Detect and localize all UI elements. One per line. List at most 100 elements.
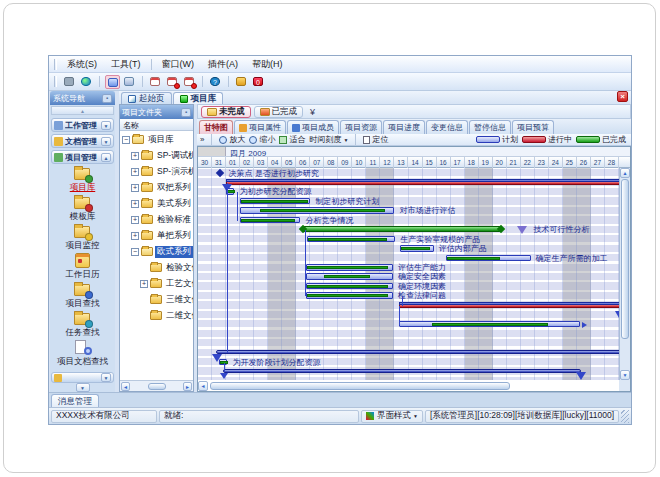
folder-open-icon[interactable]	[105, 75, 120, 89]
sidebar-item-doc-search[interactable]: 项目文档查找	[50, 339, 115, 368]
timescale-button[interactable]: 时间刻度▼	[309, 134, 348, 145]
tree-hscrollbar[interactable]: ◄ ►	[120, 380, 193, 391]
nav-group-2[interactable]: 项目管理▲	[51, 150, 114, 164]
scroll-left-icon[interactable]: ◄	[198, 381, 208, 391]
sidebar-item-folder-monitor[interactable]: 项目监控	[50, 223, 115, 252]
pin-icon[interactable]: ▪	[102, 94, 112, 103]
tab-budget[interactable]: 项目预算	[512, 120, 554, 134]
expand-icon[interactable]: +	[131, 216, 139, 224]
expand-icon[interactable]: +	[131, 232, 139, 240]
sidebar-item-folder-template[interactable]: 模板库	[50, 194, 115, 223]
filter-tab-finished[interactable]: 已完成	[254, 106, 304, 118]
tree-item[interactable]: +检验标准	[131, 212, 193, 227]
tree-item[interactable]: +双把系列	[131, 180, 193, 195]
tab-start-page[interactable]: 起始页	[121, 92, 172, 104]
expand-icon[interactable]: +	[131, 152, 139, 160]
toolbar-overflow[interactable]: »	[200, 135, 204, 144]
tree-hscroll-thumb[interactable]	[148, 383, 166, 390]
grid-line	[576, 168, 577, 380]
toolbar-separator	[99, 76, 100, 87]
tab-gantt[interactable]: 甘特图	[199, 120, 233, 134]
tab-resources[interactable]: 项目资源	[340, 120, 382, 134]
nav-group-partial[interactable]: ▼	[51, 372, 114, 383]
tab-changes[interactable]: 变更信息	[426, 120, 468, 134]
collapse-icon[interactable]: −	[122, 136, 130, 144]
filter-tab-unfinished[interactable]: 未完成	[201, 106, 251, 118]
help-icon[interactable]: ?	[208, 75, 223, 89]
zoom-out-button[interactable]: 缩小	[249, 134, 275, 145]
nav-group-1[interactable]: 文档管理▼	[51, 134, 114, 148]
nav-scroll-up[interactable]: ▲	[51, 106, 114, 115]
menu-item-0[interactable]: 系统(S)	[60, 57, 104, 72]
scroll-right-icon[interactable]: ►	[197, 381, 198, 391]
sidebar-item-folder-search-project[interactable]: 项目查找	[50, 281, 115, 310]
calendar-badge-icon[interactable]	[165, 75, 180, 89]
expand-icon[interactable]: +	[131, 168, 139, 176]
gantt-vscrollbar[interactable]: ▲ ▼	[619, 168, 630, 380]
tab-label: 项目资源	[345, 122, 377, 133]
grid-line	[534, 168, 535, 380]
chevron-down-icon[interactable]: ▼	[101, 137, 111, 146]
menu-item-2[interactable]: 窗口(W)	[155, 57, 202, 72]
tree-item[interactable]: 三维文件	[140, 292, 193, 307]
gantt-hscroll-thumb[interactable]	[210, 382, 510, 390]
chevron-up-icon[interactable]: ▲	[101, 153, 111, 162]
tree-item[interactable]: +SP-演示机系	[131, 164, 193, 179]
day-header-cell: 30	[198, 157, 212, 168]
filter-more[interactable]: ¥	[310, 107, 315, 117]
tree-item[interactable]: +工艺文件	[140, 276, 193, 291]
tree-item[interactable]: +美式系列	[131, 196, 193, 211]
sidebar-item-folder-project[interactable]: 项目库	[50, 165, 115, 194]
locate-button[interactable]: 定位	[363, 134, 388, 145]
collapse-icon[interactable]: −	[131, 248, 139, 256]
resize-grip[interactable]	[621, 410, 629, 423]
folder-copy-icon[interactable]	[122, 75, 137, 89]
tree-pin-icon[interactable]: ▪	[181, 108, 191, 117]
globe-icon[interactable]	[79, 75, 94, 89]
expand-icon[interactable]: +	[131, 200, 139, 208]
grid-line	[450, 168, 451, 380]
tree-item[interactable]: +SP-调试机系	[131, 148, 193, 163]
nav-group-0[interactable]: 工作管理▼	[51, 118, 114, 132]
tab-members[interactable]: 项目成员	[287, 120, 339, 134]
fit-button[interactable]: 适合	[279, 134, 305, 145]
expand-icon[interactable]: +	[140, 280, 148, 288]
menu-item-1[interactable]: 工具(T)	[104, 57, 148, 72]
nav-scroll-down[interactable]: ▼	[50, 383, 115, 392]
tree-header: 项目文件夹 ▪	[120, 105, 193, 119]
scroll-down-icon[interactable]: ▼	[620, 370, 630, 380]
task-label: 制定初步研究计划	[315, 198, 379, 206]
tree-item[interactable]: 检验文件	[140, 260, 193, 275]
zoom-in-button[interactable]: 放大	[219, 134, 245, 145]
close-icon[interactable]: ×	[617, 91, 628, 102]
menu-separator	[151, 59, 152, 70]
tree-item[interactable]: +单把系列	[131, 228, 193, 243]
tree-item[interactable]: 二维文件	[140, 308, 193, 323]
tab-message-management[interactable]: 消息管理	[51, 394, 99, 407]
calendar-icon[interactable]	[148, 75, 163, 89]
style-cell[interactable]: 界面样式▼	[361, 410, 423, 423]
scroll-up-icon[interactable]: ▲	[620, 168, 630, 178]
sidebar-item-calendar[interactable]: 工作日历	[50, 252, 115, 281]
lock-icon[interactable]	[234, 75, 249, 89]
tab-progress[interactable]: 项目进度	[383, 120, 425, 134]
menu-item-3[interactable]: 插件(A)	[201, 57, 245, 72]
tree-item[interactable]: −欧式系列	[131, 244, 193, 259]
chevron-down-icon[interactable]: ▼	[101, 121, 111, 130]
scroll-right-icon[interactable]: ►	[183, 382, 192, 391]
tab-pauses[interactable]: 暂停信息	[469, 120, 511, 134]
tab-project-library[interactable]: 项目库	[173, 92, 224, 104]
menu-item-4[interactable]: 帮助(H)	[245, 57, 290, 72]
legend-label: 已完成	[602, 134, 626, 145]
sidebar-item-folder-search-task[interactable]: 任务查找	[50, 310, 115, 339]
tab-properties[interactable]: 项目属性	[234, 120, 286, 134]
gantt-vscroll-thumb[interactable]	[621, 179, 629, 339]
calendar-badge2-icon[interactable]	[182, 75, 197, 89]
expand-icon[interactable]: +	[131, 184, 139, 192]
power-icon[interactable]: 0	[251, 75, 266, 89]
monitor-icon[interactable]	[62, 75, 77, 89]
tree-item[interactable]: −项目库	[122, 132, 176, 147]
folder-icon	[141, 231, 153, 240]
tree-column-header[interactable]: 名称	[120, 119, 193, 131]
scroll-left-icon[interactable]: ◄	[121, 382, 130, 391]
